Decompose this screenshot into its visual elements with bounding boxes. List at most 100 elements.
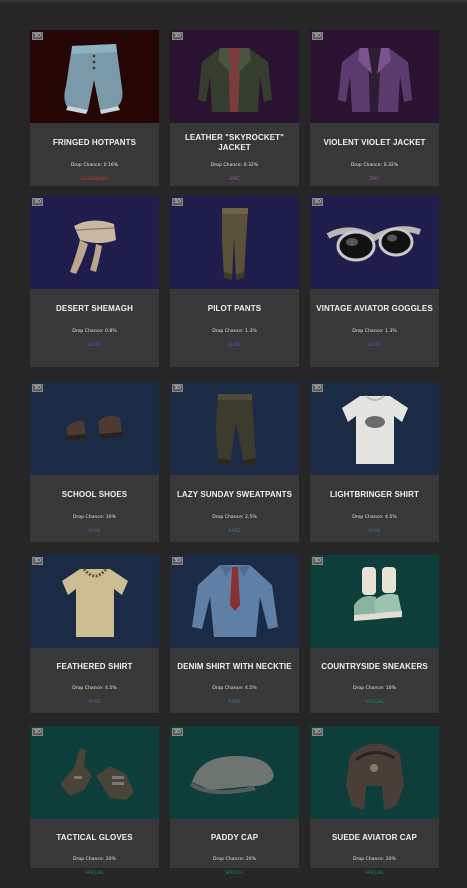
top-divider xyxy=(0,0,467,2)
pilot-pants-icon xyxy=(222,208,248,280)
item-card[interactable]: 3D PADDY CAP Drop Chance: 20% SPECIAL xyxy=(170,726,299,876)
item-card[interactable]: 3D FEATHERED SHIRT Drop Chance: 4.5% RAR… xyxy=(30,555,159,713)
rarity-label: SPECIAL xyxy=(85,871,104,876)
item-card[interactable]: 3D VIOLENT VIOLET JACKET Drop Chance: 0.… xyxy=(310,30,439,186)
drop-chance: Drop Chance: 4.5% xyxy=(212,686,257,691)
item-image: 3D xyxy=(30,726,159,819)
drop-chance: Drop Chance: 10% xyxy=(353,686,396,691)
sweatpants-icon xyxy=(216,394,256,466)
3d-badge: 3D xyxy=(172,32,184,40)
rarity-label: LEGENDARY xyxy=(80,177,109,182)
rarity-label: SPECIAL xyxy=(365,871,384,876)
3d-badge: 3D xyxy=(32,32,44,40)
item-card[interactable]: 3D DESERT SHEMAGH Drop Chance: 0.8% ELIT… xyxy=(30,196,159,367)
item-name: DESERT SHEMAGH xyxy=(56,304,133,313)
drop-chance: Drop Chance: 1.3% xyxy=(352,329,397,334)
drop-chance: Drop Chance: 4.5% xyxy=(352,515,397,520)
tshirt-icon xyxy=(342,395,408,464)
item-name: VINTAGE AVIATOR GOGGLES xyxy=(316,304,433,313)
3d-badge: 3D xyxy=(172,728,184,736)
drop-chance: Drop Chance: 0.32% xyxy=(210,163,259,168)
3d-badge: 3D xyxy=(32,384,44,392)
item-card[interactable]: 3D TACTICAL GLOVES Drop Chance: 20% SPEC… xyxy=(30,726,159,876)
item-card[interactable]: 3D LIGHTBRINGER SHIRT Drop Chance: 4.5% … xyxy=(310,382,439,542)
goggles-icon xyxy=(326,226,422,262)
3d-badge: 3D xyxy=(312,384,324,392)
rarity-label: ELITE xyxy=(228,343,241,348)
item-image: 3D xyxy=(30,382,159,475)
item-name: LEATHER "SKYROCKET" JACKET xyxy=(184,133,285,152)
drop-chance: Drop Chance: 1.3% xyxy=(212,329,257,334)
item-card[interactable]: 3D SUEDE AVIATOR CAP Drop Chance: 20% SP… xyxy=(310,726,439,876)
item-image: 3D xyxy=(310,726,439,819)
drop-chance: Drop Chance: 20% xyxy=(353,857,396,862)
drop-chance: Drop Chance: 0.8% xyxy=(72,329,117,334)
item-card[interactable]: 3D COUNTRYSIDE SNEAKERS Drop Chance: 10%… xyxy=(310,555,439,713)
rarity-label: SPECIAL xyxy=(365,700,384,705)
drop-chance: Drop Chance: 2.5% xyxy=(212,515,257,520)
rarity-label: RARE xyxy=(228,529,241,534)
item-image: 3D xyxy=(170,30,299,123)
item-name: VIOLENT VIOLET JACKET xyxy=(323,138,426,147)
item-image: 3D xyxy=(30,30,159,123)
drop-chance: Drop Chance: 0.16% xyxy=(70,163,119,168)
item-card[interactable]: 3D DENIM SHIRT WITH NECKTIE Drop Chance:… xyxy=(170,555,299,713)
item-card[interactable]: 3D FRINGED HOTPANTS Drop Chance: 0.16% L… xyxy=(30,30,159,186)
drop-chance: Drop Chance: 10% xyxy=(73,515,116,520)
item-card[interactable]: 3D SCHOOL SHOES Drop Chance: 10% RARE xyxy=(30,382,159,542)
item-grid: 3D FRINGED HOTPANTS Drop Chance: 0.16% L… xyxy=(30,30,439,876)
violet-jacket-icon xyxy=(338,48,412,112)
item-card[interactable]: 3D LEATHER "SKYROCKET" JACKET Drop Chanc… xyxy=(170,30,299,186)
rarity-label: RARE xyxy=(368,529,381,534)
item-image: 3D xyxy=(310,555,439,648)
drop-chance: Drop Chance: 4.5% xyxy=(72,686,117,691)
denim-shirt-icon xyxy=(192,565,278,637)
item-name: FRINGED HOTPANTS xyxy=(52,138,137,147)
item-name: PADDY CAP xyxy=(210,833,259,842)
item-image: 3D xyxy=(170,196,299,289)
rarity-label: ELITE xyxy=(368,343,381,348)
item-image: 3D xyxy=(310,196,439,289)
sneakers-icon xyxy=(354,567,402,621)
item-image: 3D xyxy=(310,382,439,475)
3d-badge: 3D xyxy=(172,557,184,565)
gloves-icon xyxy=(60,748,134,800)
item-name: TACTICAL GLOVES xyxy=(56,833,133,842)
drop-chance: Drop Chance: 0.32% xyxy=(350,163,399,168)
item-name: FEATHERED SHIRT xyxy=(56,662,133,671)
3d-badge: 3D xyxy=(312,198,324,206)
item-name: PILOT PANTS xyxy=(207,304,262,313)
item-card[interactable]: 3D LAZY SUNDAY SWEATPANTS Drop Chance: 2… xyxy=(170,382,299,542)
3d-badge: 3D xyxy=(32,557,44,565)
paddy-cap-icon xyxy=(190,756,274,795)
rarity-label: RARE xyxy=(228,700,241,705)
rarity-label: EPIC xyxy=(229,177,240,182)
3d-badge: 3D xyxy=(312,32,324,40)
item-name: DENIM SHIRT WITH NECKTIE xyxy=(177,662,292,671)
drop-chance: Drop Chance: 20% xyxy=(73,857,116,862)
item-name: LAZY SUNDAY SWEATPANTS xyxy=(176,490,293,499)
drop-chance: Drop Chance: 20% xyxy=(213,857,256,862)
item-image: 3D xyxy=(30,555,159,648)
item-image: 3D xyxy=(310,30,439,123)
item-card[interactable]: 3D PILOT PANTS Drop Chance: 1.3% ELITE xyxy=(170,196,299,367)
item-image: 3D xyxy=(170,382,299,475)
rarity-label: RARE xyxy=(88,700,101,705)
rarity-label: EPIC xyxy=(369,177,380,182)
item-card[interactable]: 3D VINTAGE AVIATOR GOGGLES Drop Chance: … xyxy=(310,196,439,367)
rarity-label: RARE xyxy=(88,529,101,534)
leather-jacket-icon xyxy=(198,48,272,112)
3d-badge: 3D xyxy=(172,198,184,206)
shemagh-icon xyxy=(70,220,116,274)
item-name: COUNTRYSIDE SNEAKERS xyxy=(321,662,428,671)
3d-badge: 3D xyxy=(32,728,44,736)
item-name: SCHOOL SHOES xyxy=(61,490,128,499)
hotpants-icon xyxy=(64,44,123,114)
item-image: 3D xyxy=(170,726,299,819)
rarity-label: SPECIAL xyxy=(225,871,244,876)
3d-badge: 3D xyxy=(312,557,324,565)
3d-badge: 3D xyxy=(32,198,44,206)
item-image: 3D xyxy=(30,196,159,289)
feathered-shirt-icon xyxy=(62,568,128,637)
item-image: 3D xyxy=(170,555,299,648)
